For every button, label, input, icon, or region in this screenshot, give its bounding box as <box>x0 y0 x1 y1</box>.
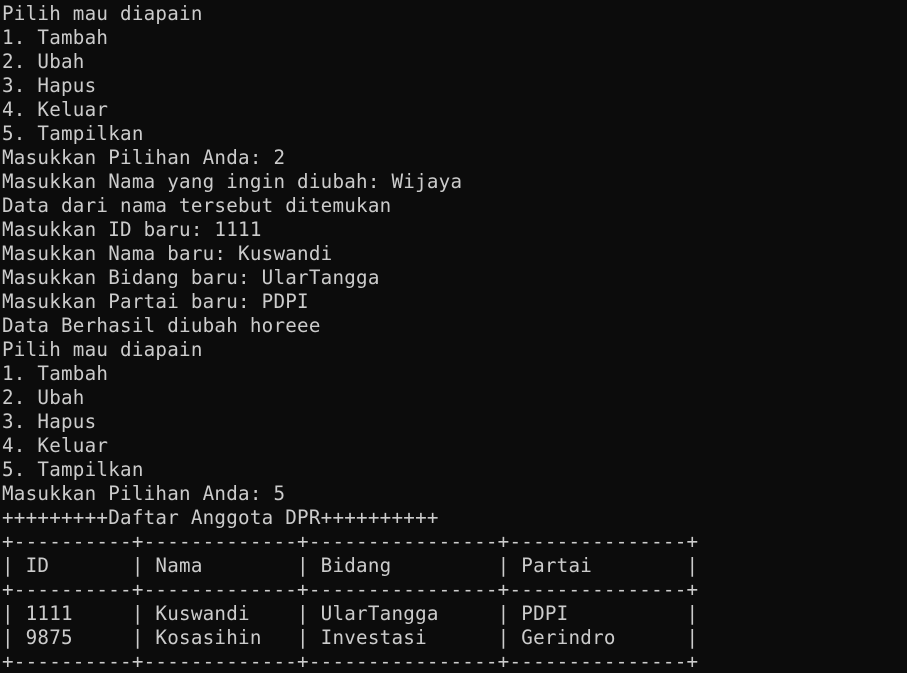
menu-option-tambah: 1. Tambah <box>2 26 109 49</box>
data-found-message: Data dari nama tersebut ditemukan <box>2 194 392 217</box>
menu-option-hapus: 3. Hapus <box>2 74 97 97</box>
menu-prompt: Pilih mau diapain <box>2 2 203 25</box>
menu-option-tampilkan: 5. Tampilkan <box>2 458 144 481</box>
menu-option-ubah: 2. Ubah <box>2 386 85 409</box>
table-header-row: | ID | Nama | Bidang | Partai | <box>2 554 699 577</box>
table-border-top: +----------+-------------+--------------… <box>2 530 699 553</box>
table-row: | 1111 | Kuswandi | UlarTangga | PDPI | <box>2 602 699 625</box>
new-bidang-input-line: Masukkan Bidang baru: UlarTangga <box>2 266 380 289</box>
new-id-input-line: Masukkan ID baru: 1111 <box>2 218 262 241</box>
menu-option-tampilkan: 5. Tampilkan <box>2 122 144 145</box>
menu-option-keluar: 4. Keluar <box>2 98 109 121</box>
terminal-output[interactable]: Pilih mau diapain 1. Tambah 2. Ubah 3. H… <box>2 2 905 673</box>
name-to-edit-input-line: Masukkan Nama yang ingin diubah: Wijaya <box>2 170 463 193</box>
menu-option-tambah: 1. Tambah <box>2 362 109 385</box>
choice-input-line: Masukkan Pilihan Anda: 5 <box>2 482 286 505</box>
table-header-separator: +----------+-------------+--------------… <box>2 578 699 601</box>
update-success-message: Data Berhasil diubah horeee <box>2 314 321 337</box>
table-title: +++++++++Daftar Anggota DPR++++++++++ <box>2 506 439 529</box>
new-name-input-line: Masukkan Nama baru: Kuswandi <box>2 242 333 265</box>
menu-prompt: Pilih mau diapain <box>2 338 203 361</box>
table-row: | 9875 | Kosasihin | Investasi | Gerindr… <box>2 626 699 649</box>
menu-option-keluar: 4. Keluar <box>2 434 109 457</box>
table-border-bottom: +----------+-------------+--------------… <box>2 650 699 673</box>
menu-option-hapus: 3. Hapus <box>2 410 97 433</box>
menu-option-ubah: 2. Ubah <box>2 50 85 73</box>
choice-input-line: Masukkan Pilihan Anda: 2 <box>2 146 286 169</box>
new-partai-input-line: Masukkan Partai baru: PDPI <box>2 290 309 313</box>
